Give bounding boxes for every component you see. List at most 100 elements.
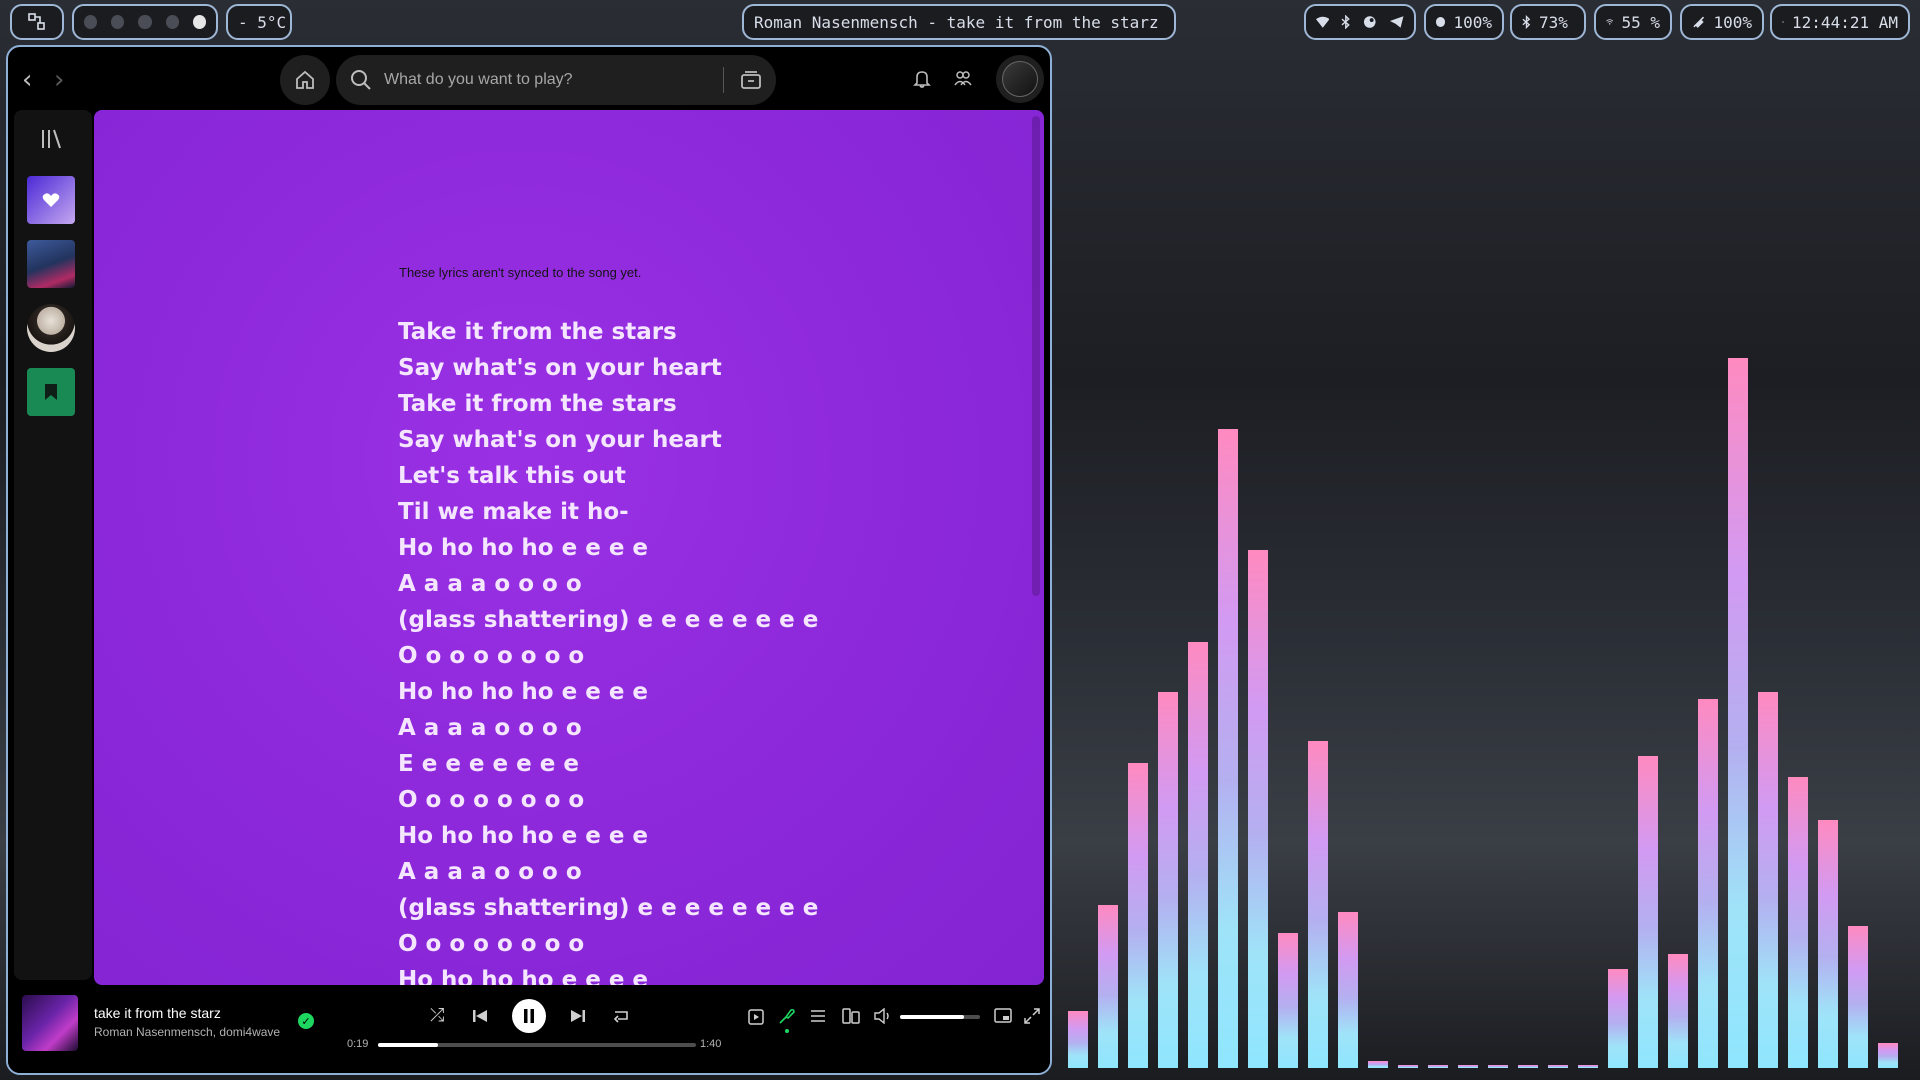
album-cover[interactable] — [22, 995, 78, 1051]
lyric-line: O o o o o o o o — [398, 643, 585, 669]
charging-plug-icon — [1693, 16, 1705, 28]
bluetooth-small-icon — [1522, 15, 1531, 29]
lyric-line: Take it from the stars — [398, 319, 677, 345]
visualizer-bar — [1308, 741, 1328, 1068]
system-tray[interactable] — [1304, 4, 1416, 40]
lyrics-sync-notice: These lyrics aren't synced to the song y… — [399, 265, 642, 280]
track-title[interactable]: take it from the starz — [94, 1005, 221, 1021]
visualizer-bar — [1668, 954, 1688, 1068]
home-icon — [296, 70, 314, 89]
visualizer-bar — [1458, 1065, 1478, 1068]
volume-icon[interactable] — [874, 1008, 892, 1024]
clock-icon — [1782, 21, 1784, 23]
duration-time: 1:40 — [700, 1038, 722, 1050]
home-button[interactable] — [280, 55, 330, 105]
track-artist[interactable]: Roman Nasenmensch, domi4wave — [94, 1025, 280, 1039]
visualizer-bar — [1848, 926, 1868, 1068]
workspace-1-indicator[interactable] — [84, 15, 98, 29]
volume-widget[interactable]: 100% — [1424, 4, 1504, 40]
visualizer-bar — [1728, 358, 1748, 1068]
visualizer-bar — [1578, 1065, 1598, 1068]
scrollbar[interactable] — [1032, 116, 1040, 596]
your-episodes-tile[interactable] — [27, 368, 75, 416]
lyrics-icon[interactable] — [778, 1007, 796, 1025]
fullscreen-icon[interactable] — [1024, 1008, 1040, 1024]
forward-arrow-icon[interactable]: › — [54, 67, 64, 93]
launcher-button[interactable] — [10, 4, 64, 40]
progress-fill — [378, 1043, 439, 1047]
queue-icon[interactable] — [810, 1009, 826, 1023]
visualizer-bar — [1188, 642, 1208, 1068]
connect-device-icon[interactable] — [842, 1007, 860, 1025]
volume-slider[interactable] — [900, 1015, 980, 1019]
liked-songs-tile[interactable] — [27, 176, 75, 224]
visualizer-bar — [1368, 1060, 1388, 1068]
next-icon[interactable] — [570, 1008, 586, 1024]
visualizer-bar — [1758, 691, 1778, 1068]
playlist-cover-tile[interactable] — [27, 240, 75, 288]
search-icon — [351, 70, 371, 90]
weather-widget[interactable]: - 5°C — [226, 4, 292, 40]
lyric-line: A a a a o o o o — [398, 571, 582, 597]
artist-avatar-tile[interactable] — [27, 304, 75, 352]
bell-icon[interactable] — [913, 69, 931, 89]
visualizer-bar — [1488, 1065, 1508, 1068]
workspace-4-indicator[interactable] — [165, 15, 179, 29]
lyrics-panel: These lyrics aren't synced to the song y… — [94, 110, 1044, 985]
search-input[interactable] — [382, 70, 715, 90]
active-indicator-dot — [785, 1029, 789, 1033]
workspace-2-indicator[interactable] — [111, 15, 125, 29]
lyric-line: O o o o o o o o — [398, 787, 585, 813]
progress-bar[interactable] — [378, 1043, 696, 1047]
volume-text: 100% — [1453, 12, 1492, 32]
lyrics-list: Take it from the stars Say what's on you… — [398, 314, 818, 985]
visualizer-bar — [1128, 762, 1148, 1068]
battery-text: 100% — [1713, 12, 1752, 32]
wifi-icon[interactable] — [1316, 16, 1330, 28]
bluetooth-battery-widget[interactable]: 73% — [1510, 4, 1586, 40]
visualizer-bar — [1248, 549, 1268, 1068]
browse-icon[interactable] — [740, 70, 762, 90]
library-icon[interactable] — [40, 128, 64, 150]
bluetooth-battery-text: 73% — [1539, 12, 1568, 32]
visualizer-bar — [1698, 698, 1718, 1068]
saved-check-icon[interactable]: ✓ — [298, 1013, 314, 1029]
visualizer-bar — [1158, 691, 1178, 1068]
lyric-line: (glass shattering) e e e e e e e e — [398, 607, 819, 633]
now-playing-widget[interactable]: Roman Nasenmensch - take it from the sta… — [742, 4, 1176, 40]
now-playing-view-icon[interactable] — [748, 1009, 764, 1025]
visualizer-bar — [1068, 1011, 1088, 1068]
profile-button[interactable] — [996, 55, 1044, 103]
lyric-line: A a a a o o o o — [398, 859, 582, 885]
spotify-window: ‹ › What do you want to play? These lyri… — [6, 45, 1052, 1075]
bluetooth-icon[interactable] — [1341, 15, 1351, 29]
play-pause-button[interactable] — [512, 999, 546, 1033]
lyric-line: Say what's on your heart — [398, 427, 722, 453]
friends-activity-icon[interactable] — [953, 69, 973, 89]
telegram-icon[interactable] — [1389, 15, 1404, 29]
repeat-icon[interactable] — [612, 1007, 630, 1025]
wifi-widget[interactable]: 55 % — [1594, 4, 1672, 40]
previous-icon[interactable] — [472, 1008, 488, 1024]
steam-icon[interactable] — [1363, 15, 1376, 29]
avatar — [1002, 61, 1038, 97]
back-arrow-icon[interactable]: ‹ — [22, 67, 32, 93]
battery-widget[interactable]: 100% — [1680, 4, 1764, 40]
visualizer-bar — [1638, 755, 1658, 1068]
pause-icon — [524, 1009, 534, 1023]
visualizer-bar — [1788, 776, 1808, 1068]
lyric-line: O o o o o o o o — [398, 931, 585, 957]
clock-widget[interactable]: 12:44:21 AM — [1770, 4, 1910, 40]
workspace-3-indicator[interactable] — [138, 15, 152, 29]
shuffle-icon[interactable]: ⤮ — [430, 1007, 444, 1025]
visualizer-bar — [1338, 911, 1358, 1068]
audio-visualizer — [1062, 44, 1920, 1080]
workspace-switcher[interactable] — [72, 4, 218, 40]
lyric-line: Til we make it ho- — [398, 499, 629, 525]
heart-icon — [42, 193, 60, 207]
clock-text: 12:44:21 AM — [1792, 12, 1898, 32]
lyric-line: Ho ho ho ho e e e e — [398, 535, 649, 561]
mini-player-icon[interactable] — [994, 1008, 1012, 1024]
workspace-5-indicator[interactable] — [192, 15, 207, 29]
search-bar[interactable] — [336, 55, 776, 105]
